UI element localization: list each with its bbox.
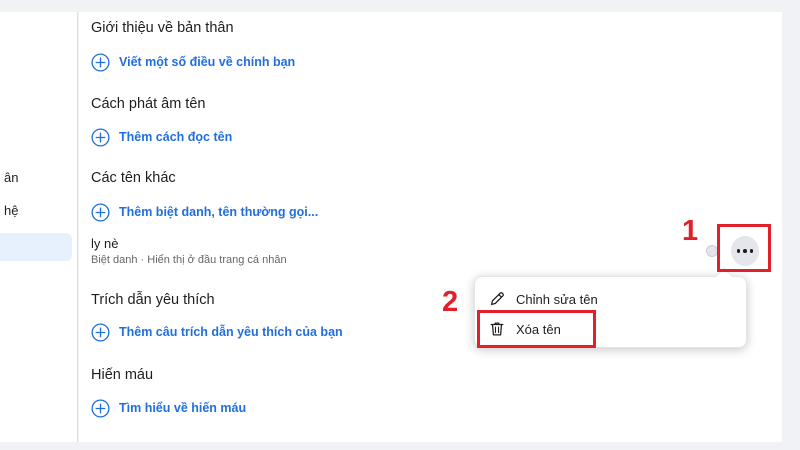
sidebar-item-active[interactable] bbox=[0, 233, 72, 261]
sidebar-item-partial-1[interactable]: ân bbox=[4, 170, 18, 185]
section-title-blood-donation: Hiến máu bbox=[91, 367, 154, 383]
menu-item-edit-name[interactable]: Chỉnh sửa tên bbox=[488, 288, 598, 310]
add-about-button[interactable]: Viết một số điều về chính bạn bbox=[91, 52, 295, 72]
plus-circle-icon bbox=[91, 52, 110, 72]
section-title-pronunciation: Cách phát âm tên bbox=[91, 96, 206, 112]
plus-circle-icon bbox=[91, 322, 110, 342]
annotation-highlight-box-1 bbox=[717, 224, 771, 272]
plus-circle-icon bbox=[91, 127, 110, 147]
nickname-subtitle: Biệt danh · Hiển thị ở đầu trang cá nhân bbox=[91, 254, 287, 266]
annotation-highlight-box-2 bbox=[477, 310, 596, 348]
main-content-panel bbox=[79, 12, 782, 442]
learn-blood-donation-button[interactable]: Tìm hiểu về hiến máu bbox=[91, 398, 246, 418]
pencil-icon bbox=[490, 292, 504, 306]
add-favorite-quote-label: Thêm câu trích dẫn yêu thích của bạn bbox=[119, 325, 343, 339]
section-title-other-names: Các tên khác bbox=[91, 170, 176, 186]
add-other-name-label: Thêm biệt danh, tên thường gọi... bbox=[119, 205, 319, 219]
section-title-favorite-quotes: Trích dẫn yêu thích bbox=[91, 292, 215, 308]
annotation-step-number-2: 2 bbox=[442, 286, 459, 318]
plus-circle-icon bbox=[91, 398, 110, 418]
section-title-about: Giới thiệu về bản thân bbox=[91, 20, 234, 36]
learn-blood-donation-label: Tìm hiểu về hiến máu bbox=[119, 401, 247, 415]
plus-circle-icon bbox=[91, 202, 110, 222]
annotation-step-number-1: 1 bbox=[682, 215, 699, 247]
add-pronunciation-label: Thêm cách đọc tên bbox=[119, 130, 233, 144]
page-background-top bbox=[0, 0, 800, 12]
menu-item-edit-label: Chỉnh sửa tên bbox=[516, 291, 598, 307]
sidebar-item-partial-2[interactable]: hệ bbox=[4, 203, 18, 218]
add-about-label: Viết một số điều về chính bạn bbox=[119, 55, 296, 69]
add-pronunciation-button[interactable]: Thêm cách đọc tên bbox=[91, 127, 232, 147]
left-sidebar: ân hệ bbox=[0, 12, 78, 442]
page-background-right bbox=[782, 0, 800, 450]
add-other-name-button[interactable]: Thêm biệt danh, tên thường gọi... bbox=[91, 202, 318, 222]
add-favorite-quote-button[interactable]: Thêm câu trích dẫn yêu thích của bạn bbox=[91, 322, 343, 342]
nickname-value: ly nè bbox=[91, 236, 119, 251]
